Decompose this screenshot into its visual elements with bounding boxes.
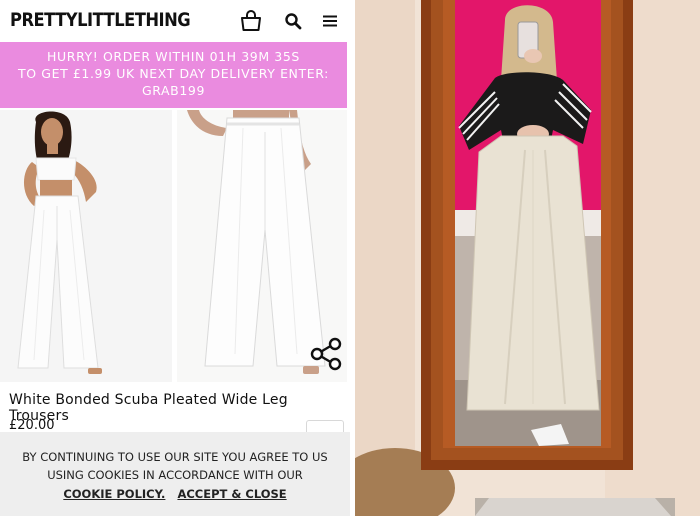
- mirror-selfie-illustration: [355, 0, 700, 516]
- top-nav-bar: PRETTYLITTLETHING: [0, 0, 350, 42]
- product-image-gallery[interactable]: [0, 110, 350, 382]
- promo-code-text: GRAB199: [141, 83, 206, 98]
- delivery-promo-banner[interactable]: HURRY! ORDER WITHIN 01H 39M 35S TO GET £…: [0, 42, 347, 108]
- search-icon[interactable]: [280, 9, 306, 33]
- product-title: White Bonded Scuba Pleated Wide Leg Trou…: [9, 392, 288, 424]
- cookie-notice-line-2: USING COOKIES IN ACCORDANCE WITH OUR: [47, 468, 303, 482]
- customer-mirror-photo: [355, 0, 700, 516]
- menu-icon[interactable]: [317, 9, 343, 33]
- product-image-model[interactable]: [0, 110, 172, 382]
- cookie-consent-bar: BY CONTINUING TO USE OUR SITE YOU AGREE …: [0, 432, 350, 516]
- share-icon[interactable]: [308, 337, 344, 371]
- promo-countdown-text: HURRY! ORDER WITHIN 01H 39M 35S: [47, 49, 300, 64]
- shopping-bag-icon[interactable]: [238, 9, 264, 33]
- model-wearing-trousers-illustration: [0, 110, 172, 382]
- promo-delivery-text: TO GET £1.99 UK NEXT DAY DELIVERY ENTER:: [18, 66, 329, 81]
- brand-logo[interactable]: PRETTYLITTLETHING: [10, 9, 191, 31]
- product-price: £20.00: [9, 418, 55, 433]
- product-page-screenshot: PRETTYLITTLETHING HURRY! ORDER WITHIN 01…: [0, 0, 350, 516]
- cookie-policy-link[interactable]: COOKIE POLICY.: [63, 487, 165, 501]
- cookie-notice-line-1: BY CONTINUING TO USE OUR SITE YOU AGREE …: [22, 450, 328, 464]
- accept-close-button[interactable]: ACCEPT & CLOSE: [177, 487, 286, 501]
